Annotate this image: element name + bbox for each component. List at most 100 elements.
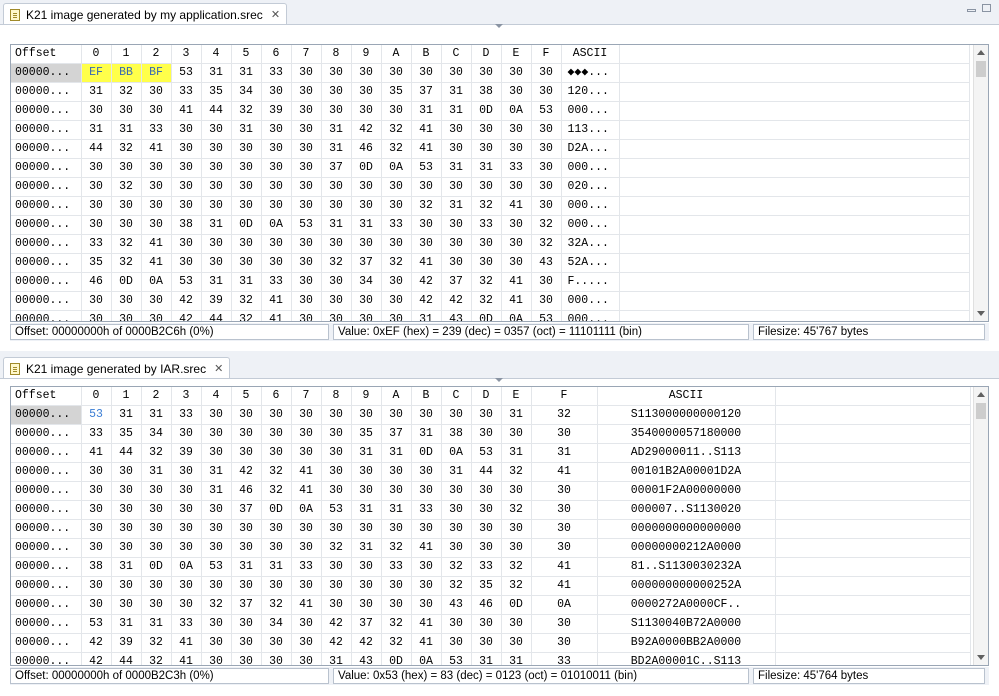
hex-byte-cell[interactable]: 30 xyxy=(321,424,352,444)
hex-byte-cell[interactable]: 30 xyxy=(231,177,262,197)
hex-byte-cell[interactable]: 30 xyxy=(441,405,472,425)
row-offset[interactable]: 00000... xyxy=(11,443,82,463)
hex-byte-cell[interactable]: 30 xyxy=(111,462,142,482)
hex-byte-cell[interactable]: 30 xyxy=(231,405,262,425)
hex-byte-cell[interactable]: 35 xyxy=(381,82,412,102)
hex-byte-cell[interactable]: 30 xyxy=(411,481,442,501)
hex-byte-cell[interactable]: 30 xyxy=(321,196,352,216)
hex-byte-cell[interactable]: 31 xyxy=(501,443,532,463)
hex-byte-cell[interactable]: 30 xyxy=(171,595,202,615)
row-offset[interactable]: 00000... xyxy=(11,82,82,102)
hex-byte-cell[interactable]: 30 xyxy=(291,82,322,102)
hex-byte-cell[interactable]: 30 xyxy=(321,177,352,197)
hex-byte-cell[interactable]: 31 xyxy=(441,101,472,121)
hex-byte-cell[interactable]: 30 xyxy=(111,576,142,596)
hex-byte-cell[interactable]: 32 xyxy=(231,291,262,311)
hex-byte-cell[interactable]: 43 xyxy=(441,310,472,321)
hex-byte-cell[interactable]: 30 xyxy=(351,82,382,102)
hex-byte-cell[interactable]: 44 xyxy=(111,652,142,665)
ascii-cell[interactable]: D2A... xyxy=(561,139,620,159)
hex-byte-cell[interactable]: 30 xyxy=(231,139,262,159)
row-offset[interactable]: 00000... xyxy=(11,291,82,311)
hex-byte-cell[interactable]: 30 xyxy=(501,215,532,235)
ascii-cell[interactable]: 00000000212A0000 xyxy=(597,538,776,558)
vertical-scrollbar[interactable] xyxy=(973,387,988,665)
hex-byte-cell[interactable]: 30 xyxy=(321,310,352,321)
ascii-cell[interactable]: BD2A00001C..S113 xyxy=(597,652,776,665)
hex-byte-cell[interactable]: 0D xyxy=(471,310,502,321)
scroll-up-icon[interactable] xyxy=(977,392,985,397)
hex-byte-cell[interactable]: 30 xyxy=(201,538,232,558)
hex-byte-cell[interactable]: 30 xyxy=(471,139,502,159)
hex-byte-cell[interactable]: 30 xyxy=(141,576,172,596)
row-offset[interactable]: 00000... xyxy=(11,462,82,482)
hex-byte-cell[interactable]: 30 xyxy=(171,500,202,520)
hex-byte-cell[interactable]: 41 xyxy=(141,139,172,159)
hex-byte-cell[interactable]: 30 xyxy=(351,291,382,311)
hex-byte-cell[interactable]: 30 xyxy=(231,652,262,665)
hex-byte-cell[interactable]: 30 xyxy=(201,253,232,273)
scroll-thumb[interactable] xyxy=(976,61,986,77)
hex-byte-cell[interactable]: 30 xyxy=(201,120,232,140)
minimize-icon[interactable] xyxy=(967,9,976,12)
hex-byte-cell[interactable]: 31 xyxy=(531,443,598,463)
hex-byte-cell[interactable]: 30 xyxy=(321,272,352,292)
ascii-cell[interactable]: 020... xyxy=(561,177,620,197)
hex-byte-cell[interactable]: 31 xyxy=(411,310,442,321)
hex-byte-cell[interactable]: 30 xyxy=(201,519,232,539)
hex-byte-cell[interactable]: BB xyxy=(111,63,142,83)
row-offset[interactable]: 00000... xyxy=(11,253,82,273)
hex-byte-cell[interactable]: 30 xyxy=(201,614,232,634)
hex-byte-cell[interactable]: 31 xyxy=(261,557,292,577)
hex-byte-cell[interactable]: 30 xyxy=(231,538,262,558)
hex-byte-cell[interactable]: 39 xyxy=(111,633,142,653)
hex-byte-cell[interactable]: 41 xyxy=(141,234,172,254)
hex-byte-cell[interactable]: 53 xyxy=(441,652,472,665)
hex-byte-cell[interactable]: 30 xyxy=(471,519,502,539)
hex-byte-cell[interactable]: 32 xyxy=(111,82,142,102)
hex-byte-cell[interactable]: EF xyxy=(81,63,112,83)
hex-byte-cell[interactable]: 39 xyxy=(201,291,232,311)
row-offset[interactable]: 00000... xyxy=(11,310,82,321)
hex-byte-cell[interactable]: 31 xyxy=(201,462,232,482)
hex-byte-cell[interactable]: 43 xyxy=(531,253,562,273)
hex-byte-cell[interactable]: 30 xyxy=(411,63,442,83)
hex-byte-cell[interactable]: 30 xyxy=(141,538,172,558)
hex-byte-cell[interactable]: 32 xyxy=(141,443,172,463)
hex-byte-cell[interactable]: 41 xyxy=(171,652,202,665)
hex-byte-cell[interactable]: 0D xyxy=(381,652,412,665)
hex-byte-cell[interactable]: 43 xyxy=(351,652,382,665)
hex-byte-cell[interactable]: 32 xyxy=(471,196,502,216)
hex-byte-cell[interactable]: 42 xyxy=(171,291,202,311)
row-offset[interactable]: 00000... xyxy=(11,614,82,634)
hex-byte-cell[interactable]: 37 xyxy=(411,82,442,102)
hex-byte-cell[interactable]: 32 xyxy=(141,633,172,653)
hex-byte-cell[interactable]: 0D xyxy=(501,595,532,615)
hex-byte-cell[interactable]: 44 xyxy=(111,443,142,463)
hex-byte-cell[interactable]: 32 xyxy=(111,253,142,273)
hex-byte-cell[interactable]: 30 xyxy=(291,652,322,665)
hex-byte-cell[interactable]: 31 xyxy=(81,120,112,140)
hex-byte-cell[interactable]: 30 xyxy=(111,481,142,501)
hex-byte-cell[interactable]: 30 xyxy=(111,158,142,178)
hex-byte-cell[interactable]: 30 xyxy=(291,310,322,321)
hex-byte-cell[interactable]: 41 xyxy=(411,538,442,558)
hex-byte-cell[interactable]: 30 xyxy=(351,234,382,254)
hex-byte-cell[interactable]: 32 xyxy=(531,215,562,235)
hex-byte-cell[interactable]: 30 xyxy=(381,595,412,615)
hex-byte-cell[interactable]: 30 xyxy=(321,291,352,311)
hex-byte-cell[interactable]: 32 xyxy=(111,234,142,254)
hex-byte-cell[interactable]: 30 xyxy=(201,500,232,520)
hex-byte-cell[interactable]: 41 xyxy=(411,633,442,653)
hex-byte-cell[interactable]: 30 xyxy=(501,614,532,634)
hex-byte-cell[interactable]: 30 xyxy=(111,101,142,121)
hex-byte-cell[interactable]: 31 xyxy=(141,405,172,425)
hex-byte-cell[interactable]: 46 xyxy=(351,139,382,159)
hex-byte-cell[interactable]: 30 xyxy=(231,196,262,216)
hex-byte-cell[interactable]: 37 xyxy=(231,595,262,615)
hex-byte-cell[interactable]: 30 xyxy=(321,82,352,102)
ascii-cell[interactable]: 000... xyxy=(561,158,620,178)
hex-byte-cell[interactable]: 30 xyxy=(261,139,292,159)
hex-byte-cell[interactable]: 30 xyxy=(471,253,502,273)
hex-byte-cell[interactable]: 53 xyxy=(171,272,202,292)
